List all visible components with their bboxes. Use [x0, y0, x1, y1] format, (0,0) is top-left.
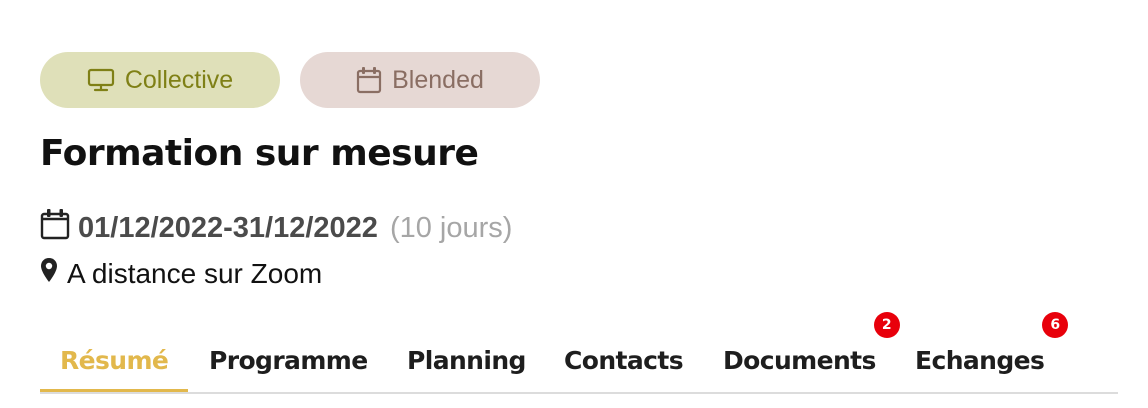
- session-dates: 01/12/2022-31/12/2022 (10 jours): [40, 208, 512, 248]
- tab-label: Planning: [407, 345, 526, 375]
- tag-collective: Collective: [40, 52, 280, 108]
- tab-label: Contacts: [564, 345, 684, 375]
- map-marker-icon: [40, 257, 58, 290]
- duration: (10 jours): [389, 211, 513, 244]
- monitor-icon: [87, 68, 115, 92]
- tab-programme[interactable]: Programme: [189, 330, 388, 390]
- calendar-icon: [356, 66, 382, 94]
- tab-label: Résumé: [60, 345, 169, 375]
- tab-label: Echanges: [915, 345, 1045, 375]
- tab-contacts[interactable]: Contacts: [544, 330, 703, 390]
- tab-label: Programme: [209, 345, 368, 375]
- date-range: 01/12/2022-31/12/2022: [78, 211, 378, 244]
- tab-echanges[interactable]: Echanges 6: [895, 312, 1069, 390]
- tag-blended: Blended: [300, 52, 540, 108]
- tab-planning[interactable]: Planning: [387, 330, 546, 390]
- tag-blended-label: Blended: [392, 65, 484, 94]
- tab-documents[interactable]: Documents 2: [703, 312, 900, 390]
- tag-list: Collective Blended: [40, 52, 540, 108]
- tag-collective-label: Collective: [124, 65, 234, 94]
- training-detail-header: Collective Blended Formation sur mesure: [0, 0, 1148, 408]
- calendar-icon: [40, 208, 70, 248]
- echanges-count-badge: 6: [1042, 312, 1069, 338]
- tab-resume[interactable]: Résumé: [40, 330, 189, 392]
- session-location: A distance sur Zoom: [40, 257, 322, 290]
- tab-bar: Résumé Programme Planning Contacts Docum…: [40, 312, 1118, 394]
- page-title: Formation sur mesure: [40, 133, 479, 174]
- tab-label: Documents: [723, 345, 876, 375]
- location-label: A distance sur Zoom: [67, 257, 323, 289]
